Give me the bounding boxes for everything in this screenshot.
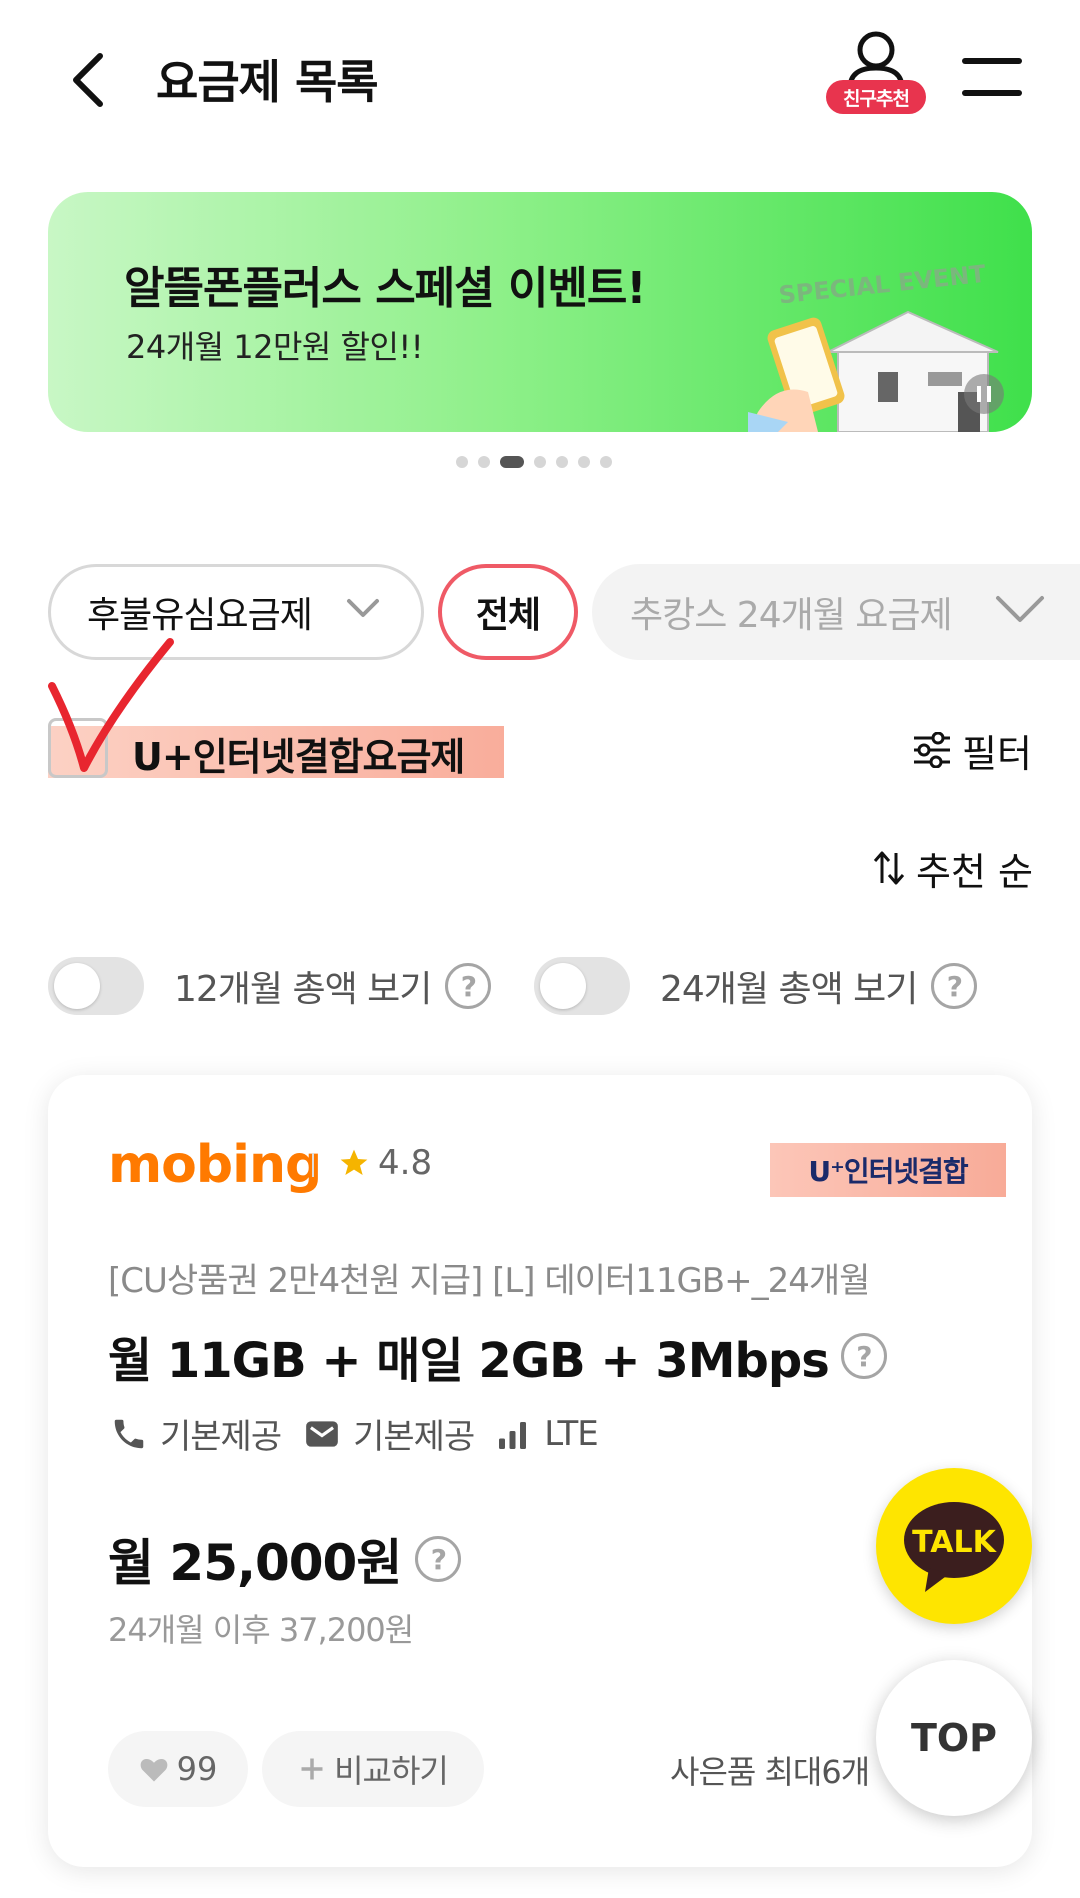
toggle-12-months-label: 12개월 총액 보기: [174, 969, 432, 1010]
gift-info: 사은품 최대6개: [670, 1753, 870, 1791]
toggle-24-months: 24개월 총액 보기 ?: [534, 955, 978, 1017]
star-icon: [340, 1149, 368, 1175]
chevron-down-icon: [347, 599, 379, 617]
rating-value: 4.8: [378, 1143, 433, 1183]
price-after-24-months: 24개월 이후 37,200원: [108, 1611, 414, 1649]
sort-button[interactable]: 추천 순: [872, 840, 1033, 896]
plus-icon: [301, 1758, 323, 1780]
sort-arrows-icon: [873, 851, 905, 885]
help-icon[interactable]: ?: [445, 963, 492, 1009]
all-chip[interactable]: 전체: [438, 564, 578, 660]
like-button[interactable]: 99: [108, 1731, 248, 1807]
plan-price: 월 25,000원 ?: [108, 1523, 462, 1595]
internet-bundle-badge: U⁺인터넷결합: [770, 1143, 1006, 1197]
compare-label: 비교하기: [334, 1752, 449, 1790]
banner-pause-button[interactable]: [964, 374, 1004, 414]
divider: [312, 1153, 314, 1177]
plan-name-text: 월 11GB + 매일 2GB + 3Mbps: [108, 1333, 830, 1389]
menu-button[interactable]: [962, 52, 1028, 102]
chevron-left-icon: [73, 53, 103, 107]
pagination-dot[interactable]: [556, 456, 568, 468]
pagination-dot[interactable]: [534, 456, 546, 468]
feature-network-text: LTE: [544, 1413, 599, 1454]
event-plan-dropdown[interactable]: 추캉스 24개월 요금제: [592, 564, 1080, 660]
back-button[interactable]: [60, 48, 116, 112]
category-label: 후불유심요금제: [87, 595, 313, 636]
feature-network: LTE: [496, 1413, 599, 1454]
plan-price-text: 월 25,000원: [108, 1534, 402, 1592]
like-count: 99: [176, 1750, 218, 1788]
help-icon[interactable]: ?: [840, 1333, 887, 1379]
feature-message: 기본제공: [303, 1409, 475, 1458]
chevron-down-icon: [992, 590, 1048, 630]
help-icon[interactable]: ?: [931, 963, 978, 1009]
phone-icon: [114, 1419, 144, 1448]
internet-bundle-filter[interactable]: U+인터넷결합요금제: [48, 718, 504, 780]
pagination-dot[interactable]: [456, 456, 468, 468]
toggle-24-months-switch[interactable]: [534, 957, 630, 1015]
kakao-talk-icon: TALK: [904, 1502, 1004, 1592]
feature-message-text: 기본제공: [353, 1417, 475, 1457]
header: 요금제 목록 친구추천: [0, 0, 1080, 150]
event-banner[interactable]: 알뜰폰플러스 스페셜 이벤트! 24개월 12만원 할인!! SPECIAL E…: [48, 192, 1032, 432]
feature-voice: 기본제공: [110, 1409, 282, 1458]
toggle-12-months-switch[interactable]: [48, 957, 144, 1015]
banner-subtitle: 24개월 12만원 할인!!: [126, 328, 424, 366]
plan-subtitle: [CU상품권 2만4천원 지급] [L] 데이터11GB+_24개월: [108, 1261, 870, 1301]
banner-pagination: [456, 455, 612, 469]
internet-bundle-checkbox[interactable]: [48, 718, 108, 778]
toggle-24-months-label: 24개월 총액 보기: [660, 969, 918, 1010]
compare-button[interactable]: 비교하기: [262, 1731, 484, 1807]
pagination-dot[interactable]: [578, 456, 590, 468]
filter-button[interactable]: 필터: [912, 722, 1032, 778]
internet-bundle-label: U+인터넷결합요금제: [132, 735, 465, 779]
plan-name: 월 11GB + 매일 2GB + 3Mbps ?: [108, 1321, 887, 1391]
signal-icon: [499, 1421, 527, 1449]
event-plan-label: 추캉스 24개월 요금제: [630, 595, 953, 636]
page-title: 요금제 목록: [156, 55, 379, 109]
banner-title: 알뜰폰플러스 스페셜 이벤트!: [124, 263, 646, 314]
category-dropdown[interactable]: 후불유심요금제: [48, 564, 424, 660]
kakao-talk-button[interactable]: TALK: [876, 1468, 1032, 1624]
sort-label: 추천 순: [916, 849, 1033, 894]
sliders-icon: [914, 732, 950, 768]
filter-label: 필터: [962, 731, 1032, 776]
scroll-top-button[interactable]: TOP: [876, 1660, 1032, 1816]
message-icon: [306, 1420, 338, 1447]
friend-referral-button[interactable]: 친구추천: [826, 30, 926, 122]
friend-referral-badge: 친구추천: [826, 80, 926, 114]
plan-features: 기본제공 기본제공 LTE: [110, 1409, 599, 1458]
svg-text:SPECIAL EVENT: SPECIAL EVENT: [777, 262, 987, 309]
hamburger-icon: [962, 58, 1022, 64]
pagination-dot-active[interactable]: [500, 456, 524, 468]
feature-voice-text: 기본제공: [160, 1417, 282, 1457]
pause-icon: [977, 386, 991, 402]
rating: 4.8: [338, 1143, 432, 1183]
pagination-dot[interactable]: [600, 456, 612, 468]
brand-logo: mobing: [108, 1135, 322, 1195]
svg-text:TALK: TALK: [912, 1525, 997, 1560]
pagination-dot[interactable]: [478, 456, 490, 468]
toggle-12-months: 12개월 총액 보기 ?: [48, 955, 492, 1017]
heart-icon: [140, 1759, 167, 1782]
help-icon[interactable]: ?: [415, 1536, 462, 1582]
